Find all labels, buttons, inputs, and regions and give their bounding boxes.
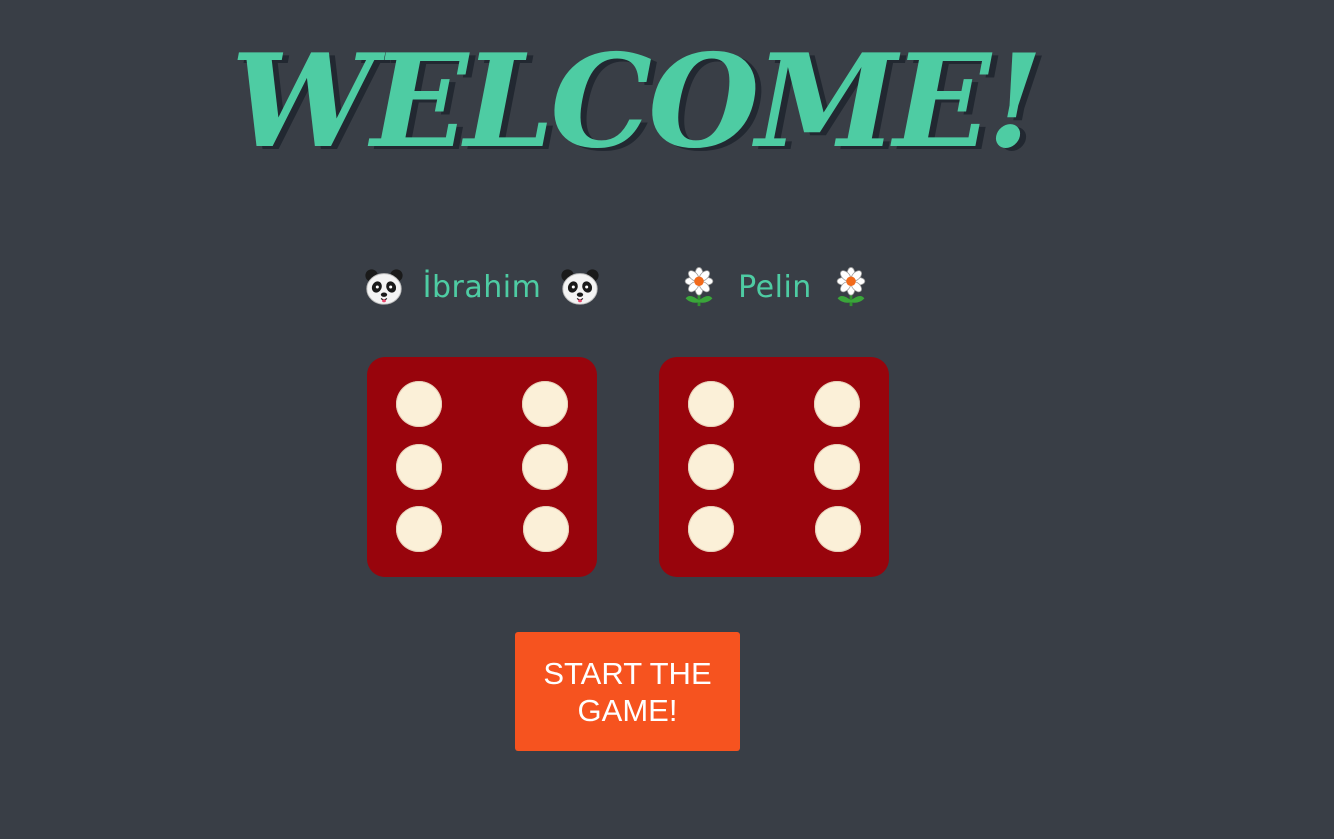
daisy-icon	[678, 265, 720, 309]
player1-dice	[367, 357, 597, 577]
panda-icon	[363, 265, 405, 309]
page-title: WELCOME!	[230, 27, 1043, 177]
dice-pip	[815, 506, 861, 552]
dice-pip	[396, 506, 442, 552]
dice-pip	[522, 444, 568, 490]
start-game-button[interactable]: START THE GAME!	[515, 632, 740, 751]
dice-pip	[523, 506, 569, 552]
player2-name-text: Pelin	[738, 269, 812, 305]
panda-icon	[559, 265, 601, 309]
dice-pip	[396, 381, 442, 427]
player2-dice	[659, 357, 889, 577]
player1-name-text: İbrahim	[422, 269, 542, 305]
player2-name: Pelin	[660, 262, 890, 312]
dice-pip	[814, 381, 860, 427]
dice-pip	[814, 444, 860, 490]
dice-pip	[688, 381, 734, 427]
daisy-icon	[830, 265, 872, 309]
player1-name: İbrahim	[350, 262, 614, 312]
dice-pip	[522, 381, 568, 427]
dice-pip	[688, 444, 734, 490]
dice-pip	[688, 506, 734, 552]
dice-pip	[396, 444, 442, 490]
